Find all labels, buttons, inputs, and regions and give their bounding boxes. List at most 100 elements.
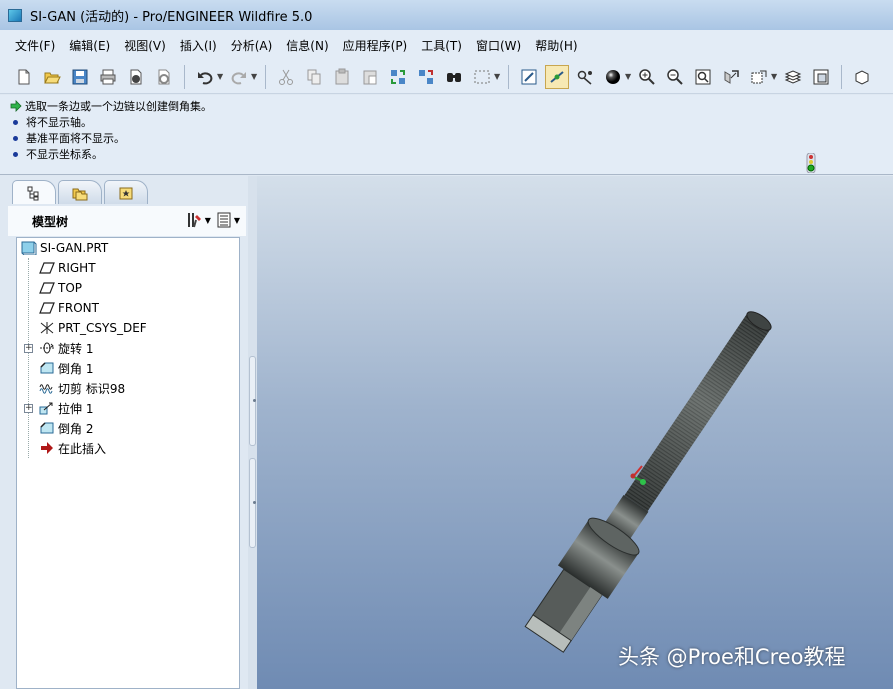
tree-item-chamfer-1[interactable]: 倒角 1 [39,358,93,378]
revolve-icon [40,342,54,354]
tree-item-label: 倒角 1 [58,361,94,376]
zoom-out-icon[interactable] [663,65,687,89]
paste-icon[interactable] [330,65,354,89]
menu-window[interactable]: 窗口(W) [469,37,528,54]
display-style-icon[interactable] [601,65,625,89]
refit-icon[interactable] [691,65,715,89]
grip-dot-icon [253,399,256,402]
menu-edit[interactable]: 编辑(E) [62,37,117,54]
open-icon[interactable] [40,65,64,89]
new-icon[interactable] [12,65,36,89]
tree-item-label: 拉伸 1 [58,401,94,416]
show-menu-dropdown-icon[interactable]: ▼ [234,216,240,225]
toolbar-separator [184,64,185,89]
tree-item-insert-here[interactable]: 在此插入 [39,438,106,458]
chamfer-icon [40,362,54,374]
tree-item-cut-sweep[interactable]: 切剪 标识98 [39,378,125,398]
redo-dropdown-icon[interactable]: ▼ [251,72,259,81]
menu-insert[interactable]: 插入(I) [173,37,224,54]
traffic-light-icon[interactable] [805,153,817,173]
splitter-grip[interactable] [249,356,256,446]
tree-item-chamfer-2[interactable]: 倒角 2 [39,418,93,438]
menu-applications[interactable]: 应用程序(P) [336,37,415,54]
tree-item-revolve[interactable]: 旋转 1 [39,338,93,358]
expand-icon[interactable]: + [24,344,33,353]
graphics-window[interactable] [257,176,893,689]
copy-icon[interactable] [302,65,326,89]
splitter-grip[interactable] [249,458,256,548]
repaint-icon[interactable] [517,65,541,89]
message-line-text: 基准平面将不显示。 [26,132,125,145]
tab-favorites[interactable] [104,180,148,204]
regen-manager-icon[interactable] [414,65,438,89]
menu-tools[interactable]: 工具(T) [414,37,469,54]
tree-settings-dropdown-icon[interactable]: ▼ [205,216,211,225]
tab-folder-browser[interactable] [58,180,102,204]
expand-icon[interactable]: + [24,404,33,413]
find-icon[interactable] [442,65,466,89]
tree-item-label: PRT_CSYS_DEF [58,321,147,335]
layers-icon[interactable] [781,65,805,89]
datum-plane-icon [39,262,55,274]
csys-icon [40,322,54,334]
show-menu-icon[interactable] [215,211,233,229]
regenerate-icon[interactable] [386,65,410,89]
send-link-icon[interactable] [152,65,176,89]
message-prompt: 选取一条边或一个边链以创建倒角集。 [10,98,893,114]
datum-plane-icon [39,282,55,294]
title-bar: SI-GAN (活动的) - Pro/ENGINEER Wildfire 5.0 [0,0,893,30]
spin-center-icon[interactable] [545,64,569,89]
display-style-dropdown-icon[interactable]: ▼ [625,72,633,81]
cut-sweep-icon [39,384,53,394]
paste-special-icon[interactable] [358,65,382,89]
message-area: 选取一条边或一个边链以创建倒角集。 将不显示轴。 基准平面将不显示。 不显示坐标… [0,95,893,175]
tree-item-right[interactable]: RIGHT [39,258,96,278]
info-bullet-icon [13,119,18,125]
message-line: 将不显示轴。 [10,114,893,130]
print-icon[interactable] [96,65,120,89]
save-icon[interactable] [68,65,92,89]
tree-item-label: 倒角 2 [58,421,94,436]
menu-help[interactable]: 帮助(H) [528,37,584,54]
panel-splitter[interactable] [248,176,257,689]
toolbar-separator [841,64,842,89]
tree-item-csys[interactable]: PRT_CSYS_DEF [39,318,147,338]
select-box-icon[interactable] [470,65,494,89]
tree-item-label: 切剪 标识98 [58,381,126,396]
message-line-text: 不显示坐标系。 [26,148,103,161]
prompt-arrow-icon [10,100,22,112]
menu-view[interactable]: 视图(V) [117,37,173,54]
favorites-icon [119,187,133,199]
saved-views-dropdown-icon[interactable]: ▼ [771,72,779,81]
info-bullet-icon [13,135,18,141]
tab-model-tree[interactable] [12,180,56,204]
datum-display-icon[interactable] [850,65,874,89]
menu-file[interactable]: 文件(F) [8,37,62,54]
menu-analysis[interactable]: 分析(A) [224,37,280,54]
menu-bar: 文件(F) 编辑(E) 视图(V) 插入(I) 分析(A) 信息(N) 应用程序… [0,30,893,60]
tree-item-label: FRONT [58,301,99,315]
tree-item-label: 在此插入 [58,441,107,456]
orient-mode-icon[interactable] [573,65,597,89]
model-tree-header: 模型树 ▼ ▼ [8,206,246,236]
view-manager-icon[interactable] [809,65,833,89]
tree-item-front[interactable]: FRONT [39,298,99,318]
tree-root[interactable]: SI-GAN.PRT [21,238,108,258]
select-dropdown-icon[interactable]: ▼ [494,72,502,81]
part-model-render[interactable] [257,176,893,689]
saved-views-icon[interactable] [747,65,771,89]
proe-app-icon [8,8,22,22]
tree-item-label: 旋转 1 [58,341,94,356]
undo-dropdown-icon[interactable]: ▼ [217,72,225,81]
cut-icon[interactable] [274,65,298,89]
tree-item-extrude[interactable]: 拉伸 1 [39,398,93,418]
undo-icon[interactable] [193,65,217,89]
menu-info[interactable]: 信息(N) [279,37,335,54]
reorient-icon[interactable] [719,65,743,89]
redo-icon[interactable] [227,65,251,89]
navigator-panel: 模型树 ▼ ▼ SI-GAN.PRT RIGHT TOP FRONT PRT_C [0,176,250,689]
send-email-icon[interactable] [124,65,148,89]
tree-settings-icon[interactable] [186,211,204,229]
tree-item-top[interactable]: TOP [39,278,82,298]
zoom-in-icon[interactable] [635,65,659,89]
